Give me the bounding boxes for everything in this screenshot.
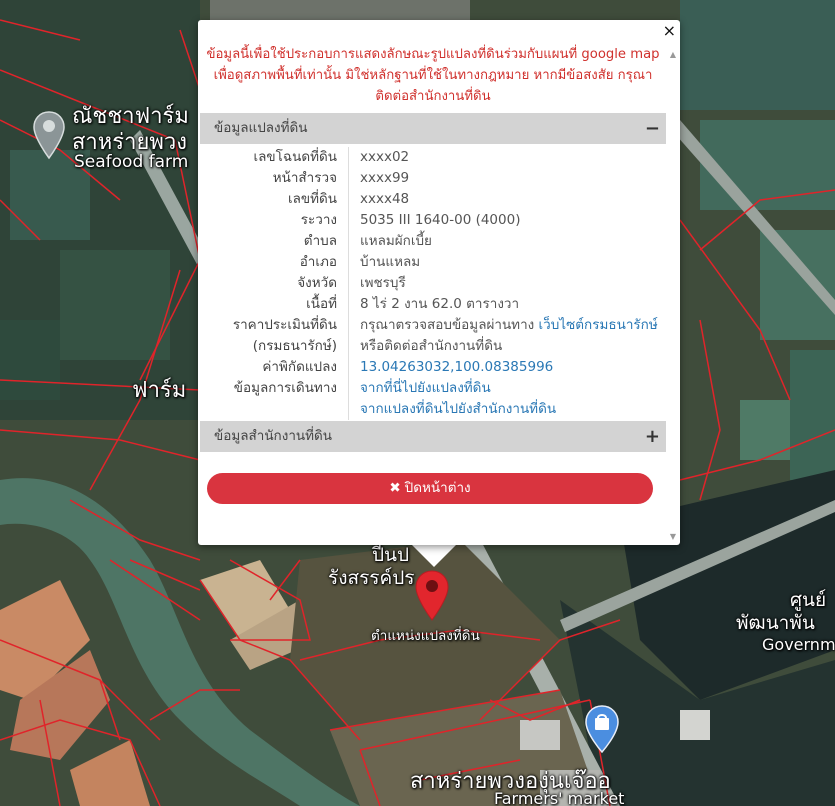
close-window-button[interactable]: ✖ ปิดหน้าต่าง: [207, 473, 653, 504]
expand-icon[interactable]: +: [645, 421, 660, 452]
land-no-value: xxxx48: [360, 191, 410, 207]
appraisal-text: กรุณาตรวจสอบข้อมูลผ่านทาง: [360, 317, 539, 333]
table-row: จากแปลงที่ดินไปยังสำนักงานที่ดิน: [200, 399, 666, 420]
close-icon[interactable]: ×: [663, 21, 676, 41]
office-section-header[interactable]: ข้อมูลสำนักงานที่ดิน +: [200, 421, 666, 452]
collapse-icon[interactable]: −: [645, 113, 660, 144]
travel-label: ข้อมูลการเดินทาง: [200, 378, 349, 399]
survey-page-value: xxxx99: [360, 170, 410, 186]
table-row: (กรมธนารักษ์) หรือติดต่อสำนักงานที่ดิน: [200, 336, 666, 357]
disclaimer-line-3: ติดต่อสำนักงานที่ดิน: [375, 89, 491, 104]
travel-label-empty: [200, 399, 349, 420]
disclaimer: ข้อมูลนี้เพื่อใช้ประกอบการแสดงลักษณะรูปแ…: [200, 40, 666, 113]
travel-cell: จากที่นี่ไปยังแปลงที่ดิน: [349, 378, 667, 399]
subdistrict-value: แหลมผักเบี้ย: [360, 233, 432, 249]
table-row: ข้อมูลการเดินทาง จากที่นี่ไปยังแปลงที่ดิ…: [200, 378, 666, 399]
scroll-up-arrow-icon[interactable]: ▲: [670, 50, 676, 59]
table-row: เลขโฉนดที่ดิน xxxx02: [200, 147, 666, 168]
parcel-info-popup: × ▲ ▼ ข้อมูลนี้เพื่อใช้ประกอบการแสดงลักษ…: [198, 20, 680, 545]
table-row: ราคาประเมินที่ดิน กรุณาตรวจสอบข้อมูลผ่าน…: [200, 315, 666, 336]
disclaimer-line-1: ข้อมูลนี้เพื่อใช้ประกอบการแสดงลักษณะรูปแ…: [206, 47, 660, 62]
parcel-section-header[interactable]: ข้อมูลแปลงที่ดิน −: [200, 113, 666, 144]
close-button-label: ปิดหน้าต่าง: [404, 480, 471, 496]
location-marker-icon[interactable]: [414, 570, 450, 622]
district-value: บ้านแหลม: [360, 254, 421, 270]
parcel-section-title: ข้อมูลแปลงที่ดิน: [214, 120, 308, 136]
coords-cell: 13.04263032,100.08385996: [349, 357, 667, 378]
appraisal-value-2: หรือติดต่อสำนักงานที่ดิน: [360, 338, 503, 354]
table-row: อำเภอ บ้านแหลม: [200, 252, 666, 273]
appraisal-label: ราคาประเมินที่ดิน: [200, 315, 349, 336]
appraisal-label-2: (กรมธนารักษ์): [200, 336, 349, 357]
area-value: 8 ไร่ 2 งาน 62.0 ตารางวา: [360, 296, 520, 312]
map-pin-icon[interactable]: [32, 110, 66, 164]
map-label-market-en: Farmers' market: [494, 789, 625, 806]
appraisal-value: กรุณาตรวจสอบข้อมูลผ่านทาง เว็บไซต์กรมธนา…: [349, 315, 667, 336]
coords-label: ค่าพิกัดแปลง: [200, 357, 349, 378]
directions-to-parcel-link[interactable]: จากที่นี่ไปยังแปลงที่ดิน: [360, 380, 491, 396]
map-sheet-label: ระวาง: [200, 210, 349, 231]
travel-cell-2: จากแปลงที่ดินไปยังสำนักงานที่ดิน: [349, 399, 667, 420]
popup-tail: [412, 545, 456, 567]
popup-content[interactable]: ข้อมูลนี้เพื่อใช้ประกอบการแสดงลักษณะรูปแ…: [200, 40, 666, 535]
directions-to-office-link[interactable]: จากแปลงที่ดินไปยังสำนักงานที่ดิน: [360, 401, 556, 417]
map-label-temple-2: รังสรรค์ปร: [328, 567, 415, 589]
table-row: เนื้อที่ 8 ไร่ 2 งาน 62.0 ตารางวา: [200, 294, 666, 315]
table-row: ระวาง 5035 III 1640-00 (4000): [200, 210, 666, 231]
marker-label: ตำแหน่งแปลงที่ดิน: [371, 628, 480, 644]
map-sheet-value: 5035 III 1640-00 (4000): [360, 212, 521, 228]
land-no-label: เลขที่ดิน: [200, 189, 349, 210]
table-row: หน้าสำรวจ xxxx99: [200, 168, 666, 189]
scroll-down-arrow-icon[interactable]: ▼: [670, 532, 676, 541]
coords-link[interactable]: 13.04263032,100.08385996: [360, 359, 553, 375]
deed-no-label: เลขโฉนดที่ดิน: [200, 147, 349, 168]
deed-no-value: xxxx02: [360, 149, 410, 165]
district-label: อำเภอ: [200, 252, 349, 273]
table-row: ตำบล แหลมผักเบี้ย: [200, 231, 666, 252]
province-value: เพชรบุรี: [360, 275, 406, 291]
map-label-farm-th-3: ฟาร์ม: [132, 378, 187, 403]
province-label: จังหวัด: [200, 273, 349, 294]
shopping-bag-pin-icon[interactable]: [584, 704, 620, 756]
disclaimer-line-2: เพื่อดูสภาพพื้นที่เท่านั้น มิใช่หลักฐานท…: [213, 68, 653, 83]
office-section-title: ข้อมูลสำนักงานที่ดิน: [214, 428, 333, 444]
survey-page-label: หน้าสำรวจ: [200, 168, 349, 189]
parcel-info-table: เลขโฉนดที่ดิน xxxx02 หน้าสำรวจ xxxx99 เล…: [200, 147, 666, 420]
map-label-farm-en: Seafood farm: [74, 152, 189, 172]
close-button-icon: ✖: [389, 480, 401, 496]
subdistrict-label: ตำบล: [200, 231, 349, 252]
map-label-gov-en: Governm: [762, 635, 835, 654]
map-label-develop-th: พัฒนาพัน: [736, 612, 815, 634]
table-row: ค่าพิกัดแปลง 13.04263032,100.08385996: [200, 357, 666, 378]
treasury-website-link[interactable]: เว็บไซต์กรมธนารักษ์: [539, 317, 658, 333]
area-label: เนื้อที่: [200, 294, 349, 315]
table-row: จังหวัด เพชรบุรี: [200, 273, 666, 294]
table-row: เลขที่ดิน xxxx48: [200, 189, 666, 210]
